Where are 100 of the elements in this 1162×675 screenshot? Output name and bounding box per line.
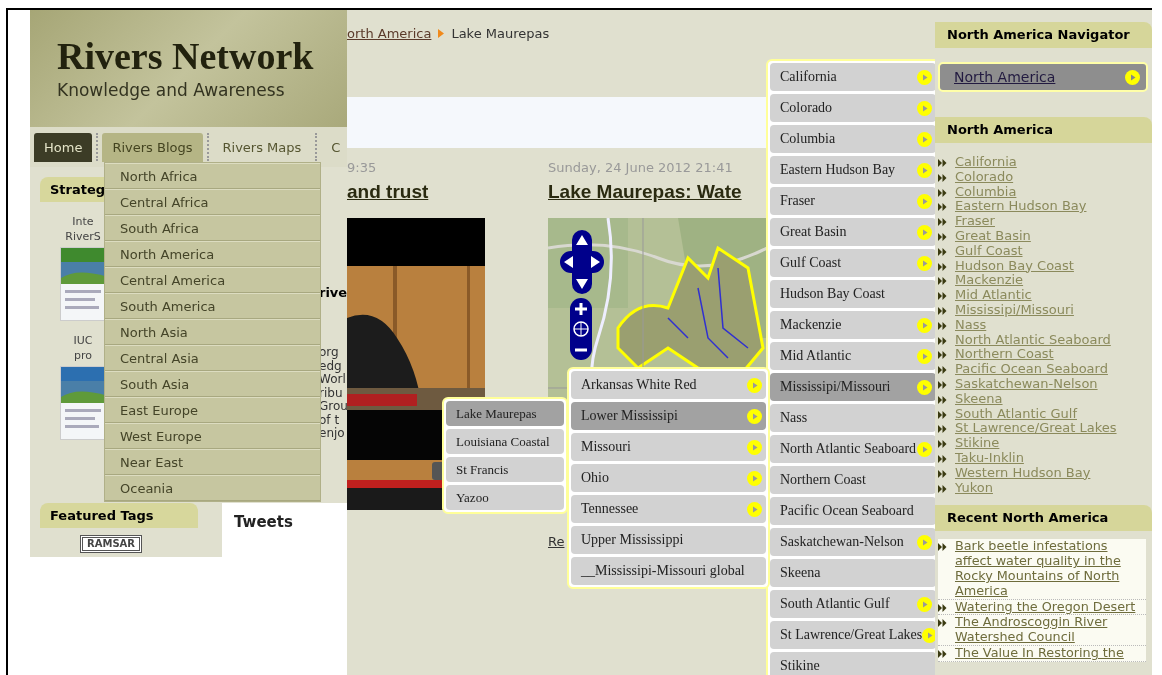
read-more-link[interactable]: Re (548, 534, 565, 549)
menu-item[interactable]: Northern Coast (770, 466, 936, 494)
double-chevron-icon (938, 469, 947, 478)
article-link[interactable]: Bark beetle infestations affect water quality in the Rocky Mountains of North America (955, 539, 1145, 599)
menu-item[interactable]: Colorado (770, 94, 936, 122)
double-chevron-icon (938, 649, 947, 658)
menu-item[interactable]: North America (105, 241, 320, 267)
breadcrumb-link[interactable]: orth America (347, 25, 432, 41)
menu-item[interactable]: St Francis (446, 457, 564, 482)
menu-item[interactable]: South Atlantic Gulf (770, 590, 936, 618)
site-title: Rivers Network (57, 35, 315, 77)
menu-item[interactable]: California (770, 63, 936, 91)
caption-text: pro (74, 348, 92, 363)
double-chevron-icon (938, 306, 947, 315)
double-chevron-icon (938, 321, 947, 330)
nav-tab[interactable]: Home (34, 132, 93, 162)
caption-text: Inte (72, 214, 94, 229)
double-chevron-icon (938, 173, 947, 182)
menu-item[interactable]: Lower Mississipi (571, 402, 766, 430)
double-chevron-icon (938, 366, 947, 375)
menu-item[interactable]: Yazoo (446, 485, 564, 510)
menu-item[interactable]: Stikine (770, 652, 936, 675)
navigator-button[interactable]: North America (938, 62, 1148, 92)
menu-item[interactable]: Eastern Hudson Bay (770, 156, 936, 184)
menu-item[interactable]: Columbia (770, 125, 936, 153)
menu-item[interactable]: Mackenzie (770, 311, 936, 339)
double-chevron-icon (938, 233, 947, 241)
double-chevron-icon (938, 188, 947, 197)
nav-tab[interactable]: C (321, 132, 351, 162)
sidebar-heading: North America Navigator (935, 22, 1152, 48)
tweets-heading: Tweets (233, 512, 294, 531)
post-title-link[interactable]: Lake Maurepas: Wate (548, 181, 767, 209)
double-chevron-icon (938, 410, 947, 419)
menu-item[interactable]: Central Asia (105, 345, 320, 371)
ramsar-logo: RAMSAR (80, 535, 143, 553)
menu-item[interactable]: North Atlantic Seaboard (770, 435, 936, 463)
navigator-link[interactable]: North America (954, 69, 1056, 85)
article-link[interactable]: Watering the Oregon Desert (955, 599, 1145, 615)
sidebar-heading: Recent North America (935, 505, 1152, 532)
nav-tab[interactable]: Rivers Blogs (102, 132, 203, 162)
double-chevron-icon (938, 395, 947, 404)
menu-item[interactable]: South America (105, 293, 320, 319)
double-chevron-icon (938, 159, 947, 167)
menu-item[interactable]: Mississipi/Missouri (770, 373, 936, 401)
menu-item[interactable]: Hudson Bay Coast (770, 280, 936, 308)
menu-item[interactable]: Nass (770, 404, 936, 432)
menu-item[interactable]: Ohio (571, 464, 766, 492)
post-date: Sunday, 24 June 2012 21:41 (548, 159, 734, 177)
zoom-control-icon[interactable] (570, 298, 592, 360)
menu-item[interactable]: __Mississipi-Missouri global (571, 557, 766, 585)
menu-item[interactable]: Great Basin (770, 218, 936, 246)
sidebar-heading: North America (935, 117, 1152, 143)
breadcrumb-current: Lake Maurepas (451, 25, 550, 41)
menu-item[interactable]: Pacific Ocean Seaboard (770, 497, 936, 525)
double-chevron-icon (938, 292, 947, 301)
double-chevron-icon (938, 336, 947, 345)
menu-item[interactable]: Lake Maurepas (446, 401, 564, 426)
menu-item[interactable]: Arkansas White Red (571, 371, 766, 399)
double-chevron-icon (938, 218, 947, 227)
menu-item[interactable]: Upper Mississippi (571, 526, 766, 554)
double-chevron-icon (938, 543, 947, 552)
double-chevron-icon (938, 203, 947, 212)
menu-item[interactable]: Tennessee (571, 495, 766, 523)
article-link[interactable]: The Androscoggin River Watershed Council (955, 615, 1145, 645)
menu-item[interactable]: North Africa (105, 163, 320, 189)
double-chevron-icon (938, 380, 947, 389)
double-chevron-icon (938, 425, 947, 434)
menu-item[interactable]: Central America (105, 267, 320, 293)
post-title-link[interactable]: and trust (347, 181, 485, 209)
double-chevron-icon (938, 454, 947, 463)
menu-item[interactable]: Gulf Coast (770, 249, 936, 277)
caret-icon (438, 28, 445, 38)
menu-item[interactable]: Saskatchewan-Nelson (770, 528, 936, 556)
menu-item[interactable]: St Lawrence/Great Lakes (770, 621, 936, 649)
site-tagline: Knowledge and Awareness (57, 80, 286, 100)
double-chevron-icon (938, 440, 947, 449)
menu-item[interactable]: South Asia (105, 371, 320, 397)
nav-tab[interactable]: Rivers Maps (212, 132, 312, 162)
double-chevron-icon (938, 619, 947, 628)
menu-item[interactable]: East Europe (105, 397, 320, 423)
menu-item[interactable]: Central Africa (105, 189, 320, 215)
menu-item[interactable]: Mid Atlantic (770, 342, 936, 370)
caption-text: RiverS (65, 229, 101, 244)
caption-text: IUC (73, 333, 93, 348)
double-chevron-icon (938, 277, 947, 286)
menu-item[interactable]: Fraser (770, 187, 936, 215)
menu-item[interactable]: South Africa (105, 215, 320, 241)
menu-item[interactable]: North Asia (105, 319, 320, 345)
double-chevron-icon (938, 351, 947, 360)
post-date: 9:35 (347, 159, 378, 177)
menu-item[interactable]: Near East (105, 449, 320, 475)
double-chevron-icon (938, 262, 947, 271)
menu-item[interactable]: Missouri (571, 433, 766, 461)
article-link[interactable]: The Value In Restoring the (955, 645, 1145, 661)
pan-control-icon[interactable] (560, 230, 604, 294)
menu-item[interactable]: Skeena (770, 559, 936, 587)
menu-item[interactable]: West Europe (105, 423, 320, 449)
menu-item[interactable]: Louisiana Coastal (446, 429, 564, 454)
sidebar-heading: Featured Tags (40, 503, 198, 528)
menu-item[interactable]: Oceania (105, 475, 320, 501)
